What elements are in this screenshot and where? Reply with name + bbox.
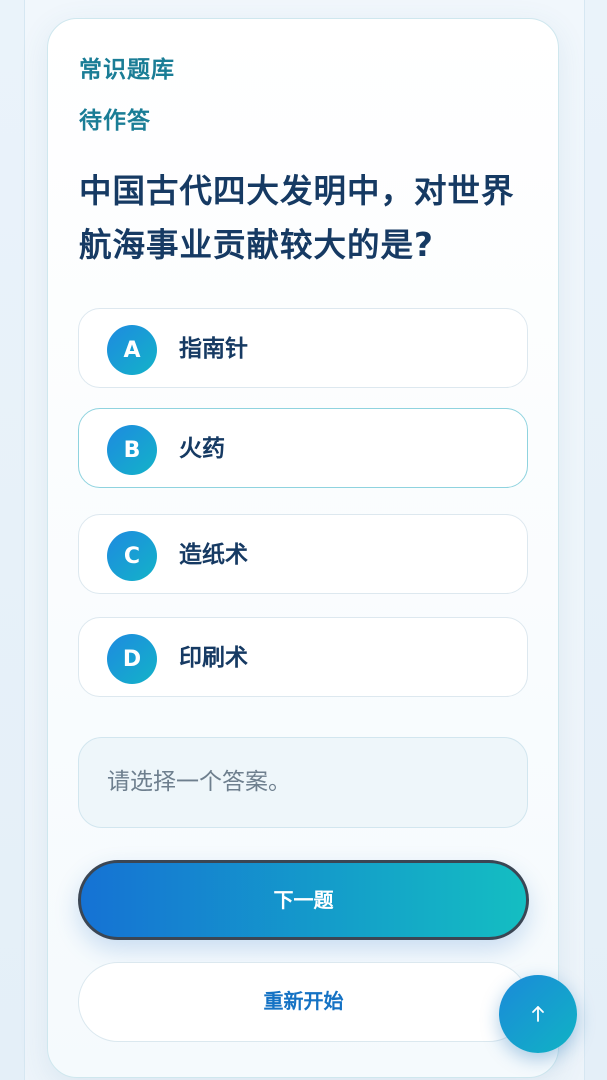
option-letter-badge: C	[107, 531, 157, 581]
answer-status-label: 待作答	[79, 108, 151, 134]
question-bank-label: 常识题库	[79, 57, 175, 83]
page: 常识题库 待作答 中国古代四大发明中，对世界航海事业贡献较大的是? A 指南针 …	[0, 0, 607, 1080]
scroll-to-top-button[interactable]	[499, 975, 577, 1053]
option-letter-badge: B	[107, 425, 157, 475]
option-label: 造纸术	[179, 542, 248, 568]
option-label: 指南针	[179, 336, 248, 362]
option-label: 火药	[179, 436, 225, 462]
next-question-button[interactable]: 下一题	[78, 860, 529, 940]
option-letter-badge: D	[107, 634, 157, 684]
feedback-message: 请选择一个答案。	[78, 737, 528, 828]
option-letter-badge: A	[107, 325, 157, 375]
question-text: 中国古代四大发明中，对世界航海事业贡献较大的是?	[79, 172, 515, 264]
arrow-up-icon	[532, 1006, 544, 1022]
option-d[interactable]: D 印刷术	[78, 617, 528, 697]
option-c[interactable]: C 造纸术	[78, 514, 528, 594]
restart-button[interactable]: 重新开始	[78, 962, 529, 1042]
option-b[interactable]: B 火药	[78, 408, 528, 488]
option-a[interactable]: A 指南针	[78, 308, 528, 388]
option-label: 印刷术	[179, 645, 248, 671]
